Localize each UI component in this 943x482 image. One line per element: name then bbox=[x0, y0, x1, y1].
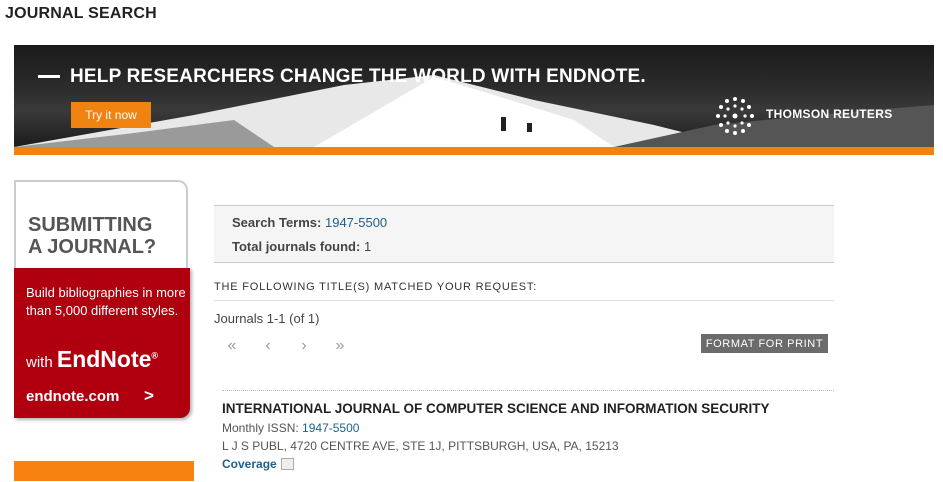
side-orange-bar bbox=[14, 461, 194, 481]
endnote-brand: EndNote® bbox=[57, 346, 158, 372]
banner-headline: HELP RESEARCHERS CHANGE THE WORLD WITH E… bbox=[70, 66, 646, 87]
pagination: « ‹ › » bbox=[214, 337, 358, 355]
search-terms-row: Search Terms: 1947-5500 bbox=[232, 215, 387, 230]
ad-top-panel: SUBMITTING A JOURNAL? bbox=[14, 180, 188, 272]
ad-red-panel: Build bibliographies in more than 5,000 … bbox=[14, 268, 190, 418]
banner-dash bbox=[38, 75, 60, 78]
total-found-label: Total journals found: bbox=[232, 239, 361, 254]
journal-title: INTERNATIONAL JOURNAL OF COMPUTER SCIENC… bbox=[222, 401, 770, 416]
result-count: Journals 1-1 (of 1) bbox=[214, 311, 320, 326]
divider bbox=[214, 300, 834, 301]
result-divider bbox=[222, 390, 834, 391]
mountain-image bbox=[14, 75, 934, 147]
ad-with-word: with bbox=[26, 354, 53, 371]
first-page-icon[interactable]: « bbox=[214, 337, 250, 355]
total-found-value: 1 bbox=[363, 239, 372, 254]
endnote-side-ad[interactable]: SUBMITTING A JOURNAL? Build bibliographi… bbox=[14, 180, 194, 420]
total-found-row: Total journals found: 1 bbox=[232, 239, 371, 254]
banner-bottom-stripe bbox=[14, 147, 934, 155]
next-page-icon[interactable]: › bbox=[286, 337, 322, 355]
coverage-link[interactable]: Coverage bbox=[222, 457, 277, 471]
ad-heading-line1: SUBMITTING bbox=[28, 214, 153, 236]
registered-mark: ® bbox=[151, 350, 159, 361]
chevron-right-icon[interactable]: > bbox=[144, 386, 154, 406]
ad-heading-line2: A JOURNAL? bbox=[28, 236, 157, 258]
ad-with-line: with EndNote® bbox=[26, 346, 158, 373]
issn-link[interactable]: 1947-5500 bbox=[302, 421, 359, 435]
journal-publisher: L J S PUBL, 4720 CENTRE AVE, STE 1J, PIT… bbox=[222, 439, 619, 453]
endnote-banner[interactable]: HELP RESEARCHERS CHANGE THE WORLD WITH E… bbox=[14, 45, 934, 155]
thomson-reuters-name: THOMSON REUTERS bbox=[766, 107, 893, 121]
format-for-print-button[interactable]: FORMAT FOR PRINT bbox=[701, 334, 828, 353]
matched-heading: THE FOLLOWING TITLE(S) MATCHED YOUR REQU… bbox=[214, 281, 538, 293]
endnote-brand-text: EndNote bbox=[56, 346, 152, 372]
ad-heading: SUBMITTING A JOURNAL? bbox=[28, 214, 156, 258]
search-terms-link[interactable]: 1947-5500 bbox=[325, 215, 387, 230]
try-it-now-button[interactable]: Try it now bbox=[71, 102, 151, 128]
search-summary: Search Terms: 1947-5500 Total journals f… bbox=[214, 205, 834, 263]
thomson-reuters-logo-icon bbox=[716, 97, 754, 135]
coverage-row: Coverage bbox=[222, 457, 294, 471]
search-terms-label: Search Terms: bbox=[232, 215, 322, 230]
issn-label: Monthly ISSN: bbox=[222, 421, 299, 435]
last-page-icon[interactable]: » bbox=[322, 337, 358, 355]
coverage-toggle-icon[interactable] bbox=[280, 458, 294, 470]
journal-issn: Monthly ISSN: 1947-5500 bbox=[222, 421, 359, 435]
endnote-link[interactable]: endnote.com bbox=[26, 388, 119, 405]
ad-body-text: Build bibliographies in more than 5,000 … bbox=[26, 285, 186, 318]
prev-page-icon[interactable]: ‹ bbox=[250, 337, 286, 355]
page-title: JOURNAL SEARCH bbox=[5, 5, 157, 22]
